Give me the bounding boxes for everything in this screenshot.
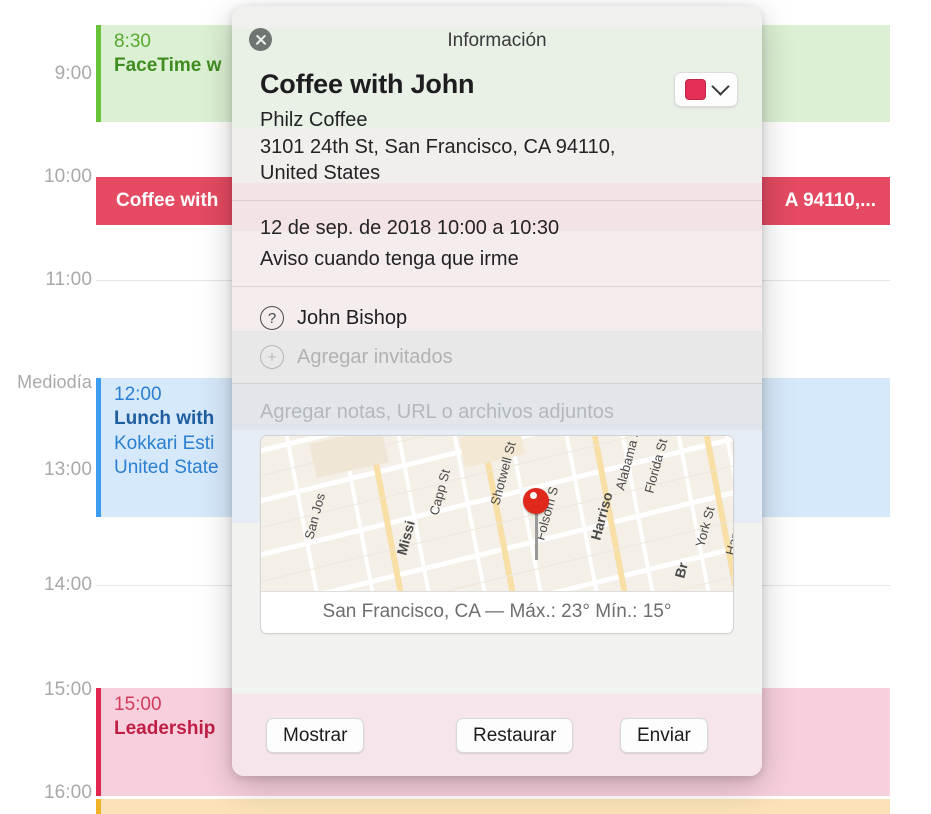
event-location-block[interactable]: Philz Coffee 3101 24th St, San Francisco…	[232, 107, 762, 186]
event-color-stripe	[96, 378, 101, 517]
location-map[interactable]: San Jos Missi Capp St Shotwell St Folsom S Ha…	[260, 434, 734, 634]
organizer-row[interactable]: ? John Bishop	[260, 299, 734, 338]
map-weather-text: San Francisco, CA — Máx.: 23° Mín.: 15°	[322, 601, 672, 623]
event-datetime: 12 de sep. de 2018 10:00 a 10:30	[260, 216, 560, 239]
add-guests-row[interactable]: + Agregar invitados	[260, 338, 734, 377]
calendar-color-dropdown[interactable]	[674, 72, 738, 107]
hour-label-noon: Mediodía	[17, 372, 92, 392]
event-title-row: Coffee with John	[232, 68, 762, 107]
event-alert: Aviso cuando tenga que irme	[260, 247, 519, 270]
add-guests-label: Agregar invitados	[297, 345, 453, 368]
event-people-block: ? John Bishop + Agregar invitados	[232, 287, 762, 377]
hour-label-9: 9:00	[54, 63, 92, 84]
color-swatch-icon	[685, 79, 706, 100]
event-color-stripe	[96, 688, 101, 796]
calendar-event-partial[interactable]	[96, 799, 890, 814]
hour-label-11: 11:00	[45, 269, 92, 290]
event-info-popover: Información Coffee with John Philz Coffe…	[232, 6, 762, 776]
question-mark-icon: ?	[260, 306, 284, 331]
hour-label-16: 16:00	[43, 782, 92, 803]
map-graphic: San Jos MissiCapp St Shotwell StFolsom S Ha…	[261, 435, 733, 591]
popover-button-row: Mostrar Restaurar Enviar	[232, 718, 762, 754]
popover-title: Información	[447, 30, 547, 51]
hour-label-10: 10:00	[43, 166, 92, 187]
hour-label-13: 13:00	[43, 459, 92, 480]
notes-placeholder: Agregar notas, URL o archivos adjuntos	[260, 400, 614, 423]
event-color-stripe	[96, 25, 101, 122]
map-weather-bar: San Francisco, CA — Máx.: 23° Mín.: 15°	[261, 590, 733, 633]
location-street: 3101 24th St, San Francisco, CA 94110,	[260, 135, 616, 158]
event-title-overflow: A 94110,...	[784, 189, 876, 211]
location-country: United States	[260, 162, 381, 185]
chevron-down-icon	[711, 77, 730, 96]
event-when-block[interactable]: 12 de sep. de 2018 10:00 a 10:30 Aviso c…	[232, 201, 762, 273]
map-canvas: San Jos Missi Capp St Shotwell St Folsom S Ha…	[261, 435, 733, 591]
show-button[interactable]: Mostrar	[266, 718, 365, 753]
event-title: Coffee with	[116, 189, 219, 211]
event-notes-block[interactable]: Agregar notas, URL o archivos adjuntos	[232, 384, 762, 424]
popover-header: Información	[232, 6, 762, 66]
event-title: Coffee with John	[260, 69, 475, 99]
hour-label-14: 14:00	[43, 574, 92, 595]
send-button[interactable]: Enviar	[620, 718, 708, 753]
location-name: Philz Coffee	[260, 109, 368, 132]
hour-label-15: 15:00	[43, 679, 92, 700]
restore-button[interactable]: Restaurar	[456, 718, 574, 753]
time-gutter: 9:00 10:00 11:00 Mediodía 13:00 14:00 15…	[0, 0, 92, 814]
organizer-name: John Bishop	[297, 306, 408, 329]
plus-icon: +	[260, 345, 284, 370]
map-pin-icon	[523, 487, 549, 560]
event-color-stripe	[96, 799, 101, 814]
